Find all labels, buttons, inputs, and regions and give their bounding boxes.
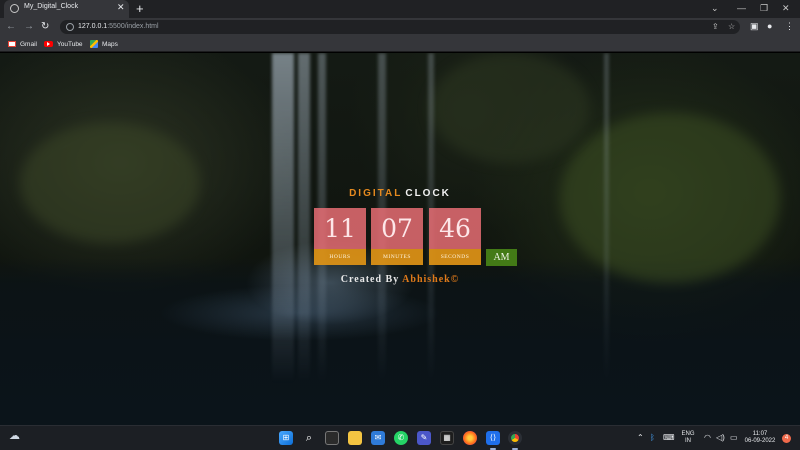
browser-tab[interactable]: My_Digital_Clock ✕ bbox=[4, 0, 129, 18]
restore-button[interactable]: ❐ bbox=[760, 2, 768, 14]
mail-icon[interactable]: ✉ bbox=[371, 431, 385, 445]
background-waterfall bbox=[604, 53, 609, 383]
hours-label: HOURS bbox=[314, 249, 366, 265]
chevron-up-icon[interactable]: ⌃ bbox=[637, 433, 644, 443]
language-code: ENG bbox=[681, 431, 695, 437]
youtube-icon bbox=[44, 41, 53, 47]
battery-icon[interactable]: ▭ bbox=[730, 433, 738, 443]
heading-clock: CLOCK bbox=[405, 188, 451, 199]
heading-digital: DIGITAL bbox=[349, 188, 403, 199]
seconds-unit: 46 SECONDS bbox=[429, 208, 481, 265]
taskbar-date: 06-09-2022 bbox=[744, 438, 776, 444]
gmail-icon bbox=[8, 41, 16, 47]
hours-unit: 11 HOURS bbox=[314, 208, 366, 265]
hours-value: 11 bbox=[314, 208, 366, 249]
store-icon[interactable]: ▦ bbox=[440, 431, 454, 445]
ampm-badge: AM bbox=[486, 249, 517, 266]
share-icon[interactable]: ⇪ bbox=[712, 21, 719, 33]
close-tab-icon[interactable]: ✕ bbox=[117, 3, 125, 12]
bookmark-youtube[interactable]: YouTube bbox=[44, 39, 83, 49]
credit-line: Created By Abhishek© bbox=[0, 274, 800, 285]
windows-taskbar: ☁ ⊞ ⌕ ✉ ✆ ✎ ▦ ⟨⟩ ⌃ ᛒ ⌨ ENG IN ◠ ◁) ▭ 11:… bbox=[0, 425, 800, 450]
credit-name: Abhishek© bbox=[402, 274, 460, 285]
bluetooth-icon[interactable]: ᛒ bbox=[650, 433, 655, 443]
minimize-button[interactable]: — bbox=[737, 2, 746, 14]
bookmark-label: YouTube bbox=[57, 40, 83, 48]
vscode-icon[interactable]: ⟨⟩ bbox=[486, 431, 500, 445]
clock-heading: DIGITAL CLOCK bbox=[0, 188, 800, 199]
menu-icon[interactable]: ⋮ bbox=[785, 20, 794, 33]
maps-icon bbox=[90, 40, 98, 48]
address-bar[interactable]: 127.0.0.1:5500/index.html ⇪ ☆ bbox=[60, 20, 740, 34]
bookmarks-bar: Gmail YouTube Maps bbox=[0, 36, 800, 52]
notification-badge[interactable]: 4 bbox=[782, 434, 791, 443]
background-waterfall bbox=[272, 53, 294, 383]
reload-icon[interactable]: ↻ bbox=[41, 20, 49, 33]
browser-titlebar: My_Digital_Clock ✕ + ⌄ — ❐ ✕ bbox=[0, 0, 800, 18]
search-icon[interactable]: ⌕ bbox=[302, 431, 316, 445]
taskbar-time: 11:07 bbox=[752, 431, 768, 437]
clock-date[interactable]: 11:07 06-09-2022 bbox=[742, 431, 778, 445]
credit-prefix: Created By bbox=[340, 274, 400, 285]
side-panel-icon[interactable]: ▣ bbox=[750, 20, 759, 33]
bookmark-label: Gmail bbox=[20, 40, 37, 48]
seconds-value: 46 bbox=[429, 208, 481, 249]
close-window-button[interactable]: ✕ bbox=[782, 2, 790, 14]
profile-icon[interactable]: ● bbox=[767, 20, 772, 33]
browser-toolbar: ← → ↻ 127.0.0.1:5500/index.html ⇪ ☆ ▣ ● … bbox=[0, 18, 800, 36]
url-host: 127.0.0.1 bbox=[78, 23, 108, 30]
background-waterfall bbox=[298, 53, 310, 383]
language-region: IN bbox=[685, 438, 691, 444]
language-indicator[interactable]: ENG IN bbox=[680, 431, 696, 445]
url-path: :5500/index.html bbox=[107, 23, 159, 30]
firefox-icon[interactable] bbox=[463, 431, 477, 445]
tab-title: My_Digital_Clock bbox=[24, 3, 79, 10]
minutes-value: 07 bbox=[371, 208, 423, 249]
site-info-icon[interactable] bbox=[66, 23, 74, 31]
bookmark-star-icon[interactable]: ☆ bbox=[728, 21, 735, 33]
forward-icon[interactable]: → bbox=[24, 20, 34, 33]
bookmark-label: Maps bbox=[102, 40, 118, 48]
notes-app-icon[interactable]: ✎ bbox=[417, 431, 431, 445]
background-foliage bbox=[20, 123, 200, 243]
chrome-icon[interactable] bbox=[508, 431, 522, 445]
minutes-unit: 07 MINUTES bbox=[371, 208, 423, 265]
keyboard-icon[interactable]: ⌨ bbox=[663, 433, 675, 443]
globe-icon bbox=[10, 4, 19, 13]
weather-widget-icon[interactable]: ☁ bbox=[9, 431, 20, 442]
tab-search-icon[interactable]: ⌄ bbox=[711, 2, 719, 14]
bookmark-gmail[interactable]: Gmail bbox=[8, 39, 37, 49]
task-view-icon[interactable] bbox=[325, 431, 339, 445]
whatsapp-icon[interactable]: ✆ bbox=[394, 431, 408, 445]
new-tab-button[interactable]: + bbox=[136, 1, 144, 16]
back-icon[interactable]: ← bbox=[6, 20, 16, 33]
file-explorer-icon[interactable] bbox=[348, 431, 362, 445]
volume-icon[interactable]: ◁) bbox=[716, 433, 725, 443]
wifi-icon[interactable]: ◠ bbox=[704, 433, 711, 443]
background-foliage bbox=[430, 53, 590, 163]
url-text[interactable]: 127.0.0.1:5500/index.html bbox=[78, 23, 159, 30]
seconds-label: SECONDS bbox=[429, 249, 481, 265]
start-icon[interactable]: ⊞ bbox=[279, 431, 293, 445]
bookmark-maps[interactable]: Maps bbox=[90, 39, 118, 49]
minutes-label: MINUTES bbox=[371, 249, 423, 265]
page-viewport: DIGITAL CLOCK 11 HOURS 07 MINUTES 46 SECO… bbox=[0, 53, 800, 425]
